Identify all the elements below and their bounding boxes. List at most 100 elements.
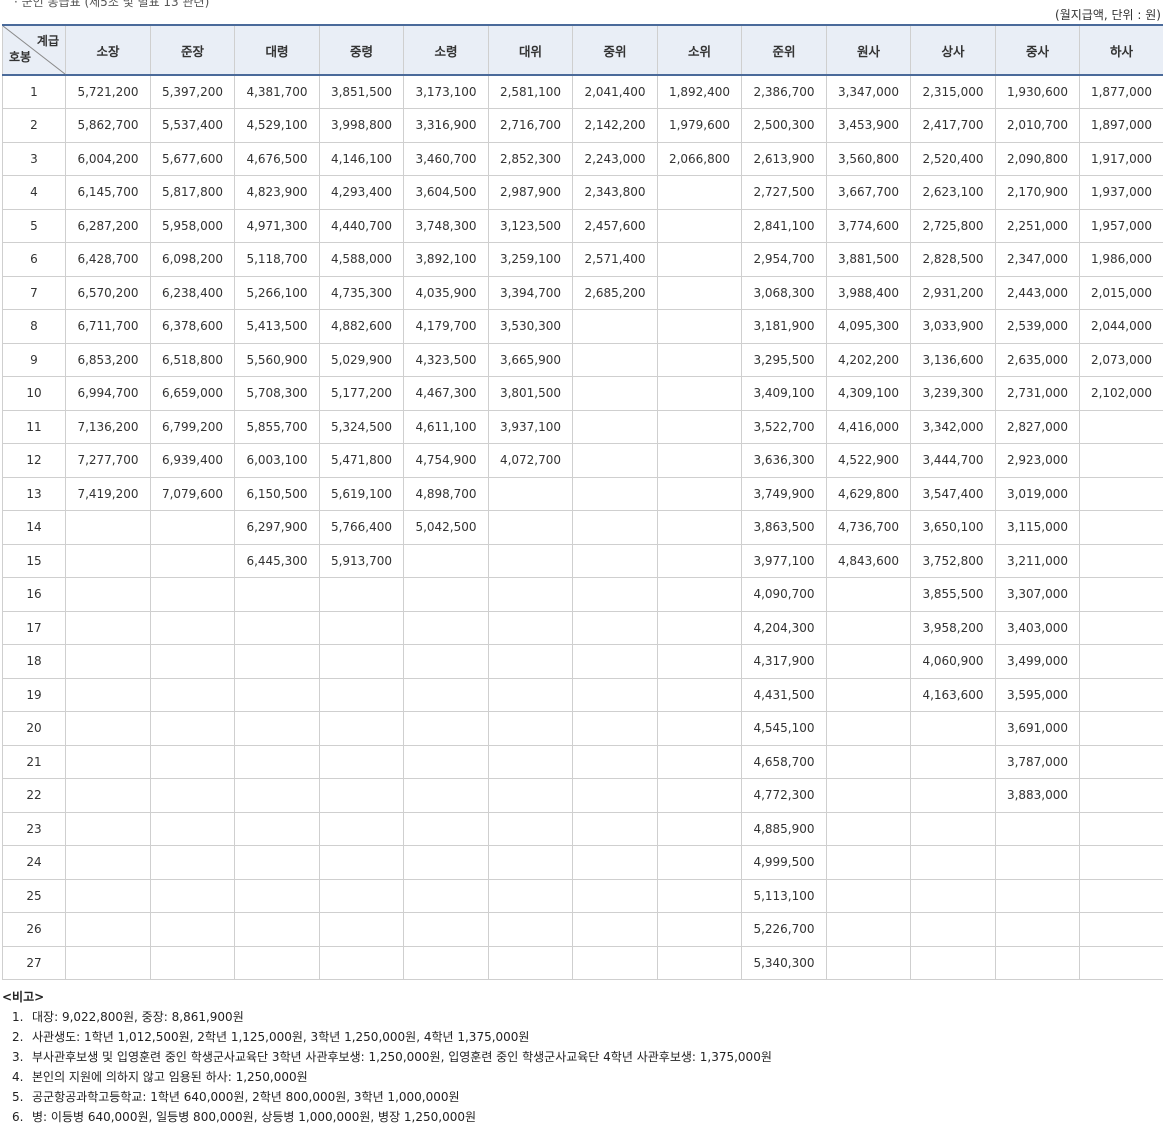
salary-cell [319, 677, 404, 712]
salary-cell [234, 677, 320, 712]
salary-cell: 2,142,200 [572, 108, 658, 143]
salary-cell: 4,467,300 [403, 376, 489, 411]
salary-cell: 3,499,000 [995, 644, 1080, 679]
salary-cell: 4,754,900 [403, 443, 489, 478]
salary-cell [657, 878, 742, 913]
salary-cell [403, 912, 489, 947]
table-row: 24 4,999,500 [2, 845, 1163, 880]
step-cell: 12 [2, 443, 66, 478]
step-cell: 20 [2, 711, 66, 746]
salary-cell: 5,118,700 [234, 242, 320, 277]
table-row: 8 6,711,700 6,378,600 5,413,500 4,882,600 4,1… [2, 309, 1163, 344]
salary-cell [657, 912, 742, 947]
salary-cell [403, 845, 489, 880]
salary-cell [319, 878, 404, 913]
salary-cell: 6,518,800 [150, 342, 235, 377]
salary-cell: 1,986,000 [1079, 242, 1163, 277]
rank-header: 소장 [65, 24, 151, 76]
salary-cell: 4,843,600 [826, 543, 911, 578]
salary-cell: 3,403,000 [995, 610, 1080, 645]
salary-cell [150, 744, 235, 779]
salary-cell [572, 610, 658, 645]
salary-cell: 3,988,400 [826, 275, 911, 310]
salary-cell [319, 711, 404, 746]
table-row: 2 5,862,700 5,537,400 4,529,100 3,998,800 3,3… [2, 108, 1163, 143]
salary-cell: 2,500,300 [741, 108, 827, 143]
salary-cell [657, 778, 742, 813]
salary-cell: 3,977,100 [741, 543, 827, 578]
note-item: 4. 본인의 지원에 의하지 않고 임용된 하사: 1,250,000원 [2, 1067, 772, 1087]
salary-cell: 4,202,200 [826, 342, 911, 377]
rank-header: 중사 [995, 24, 1080, 76]
salary-cell: 2,417,700 [910, 108, 996, 143]
note-number: 6. [12, 1110, 24, 1124]
salary-cell [150, 510, 235, 545]
salary-cell: 2,044,000 [1079, 309, 1163, 344]
salary-cell: 5,266,100 [234, 275, 320, 310]
salary-cell: 6,570,200 [65, 275, 151, 310]
salary-cell [234, 845, 320, 880]
salary-cell: 5,677,600 [150, 141, 235, 176]
table-row: 20 4,545,100 3,691,000 [2, 711, 1163, 746]
salary-cell [572, 711, 658, 746]
salary-cell: 1,979,600 [657, 108, 742, 143]
salary-cell [319, 945, 404, 980]
corner-label-rank: 계급 [36, 34, 59, 48]
salary-cell: 6,428,700 [65, 242, 151, 277]
salary-cell [65, 778, 151, 813]
rank-header: 상사 [910, 24, 996, 76]
salary-cell: 3,650,100 [910, 510, 996, 545]
salary-cell: 5,324,500 [319, 409, 404, 444]
salary-cell: 6,939,400 [150, 443, 235, 478]
salary-cell [65, 945, 151, 980]
salary-cell: 5,958,000 [150, 208, 235, 243]
salary-cell [826, 677, 911, 712]
salary-cell: 4,676,500 [234, 141, 320, 176]
salary-cell: 2,520,400 [910, 141, 996, 176]
salary-cell [1079, 711, 1163, 746]
salary-cell [572, 811, 658, 846]
salary-cell: 4,431,500 [741, 677, 827, 712]
rank-header: 대령 [234, 24, 320, 76]
salary-cell: 3,295,500 [741, 342, 827, 377]
salary-cell [65, 644, 151, 679]
salary-cell [1079, 443, 1163, 478]
rank-header: 준장 [150, 24, 235, 76]
salary-cell: 5,619,100 [319, 476, 404, 511]
salary-cell [488, 811, 573, 846]
salary-cell: 4,823,900 [234, 175, 320, 210]
salary-cell [995, 878, 1080, 913]
salary-cell [572, 342, 658, 377]
salary-cell: 3,394,700 [488, 275, 573, 310]
salary-cell [1079, 577, 1163, 612]
salary-cell: 2,073,000 [1079, 342, 1163, 377]
salary-cell: 2,852,300 [488, 141, 573, 176]
salary-cell [826, 945, 911, 980]
salary-cell [488, 878, 573, 913]
salary-cell: 2,443,000 [995, 275, 1080, 310]
salary-cell [403, 543, 489, 578]
salary-cell: 6,994,700 [65, 376, 151, 411]
salary-cell [572, 912, 658, 947]
salary-cell [1079, 610, 1163, 645]
salary-cell [572, 510, 658, 545]
salary-cell [910, 878, 996, 913]
salary-cell [572, 945, 658, 980]
salary-cell [657, 275, 742, 310]
salary-cell: 2,954,700 [741, 242, 827, 277]
notes-list: 1. 대장: 9,022,800원, 중장: 8,861,900원 2. 사관생도: … [2, 1007, 772, 1127]
salary-cell [234, 778, 320, 813]
table-row: 7 6,570,200 6,238,400 5,266,100 4,735,300 4,0… [2, 275, 1163, 310]
salary-cell [65, 677, 151, 712]
salary-cell [657, 309, 742, 344]
step-cell: 8 [2, 309, 66, 344]
salary-cell [150, 577, 235, 612]
salary-cell [488, 510, 573, 545]
salary-cell [65, 912, 151, 947]
salary-cell [150, 811, 235, 846]
salary-cell: 5,855,700 [234, 409, 320, 444]
salary-cell [910, 778, 996, 813]
salary-cell: 3,560,800 [826, 141, 911, 176]
step-cell: 13 [2, 476, 66, 511]
rank-header: 소위 [657, 24, 742, 76]
